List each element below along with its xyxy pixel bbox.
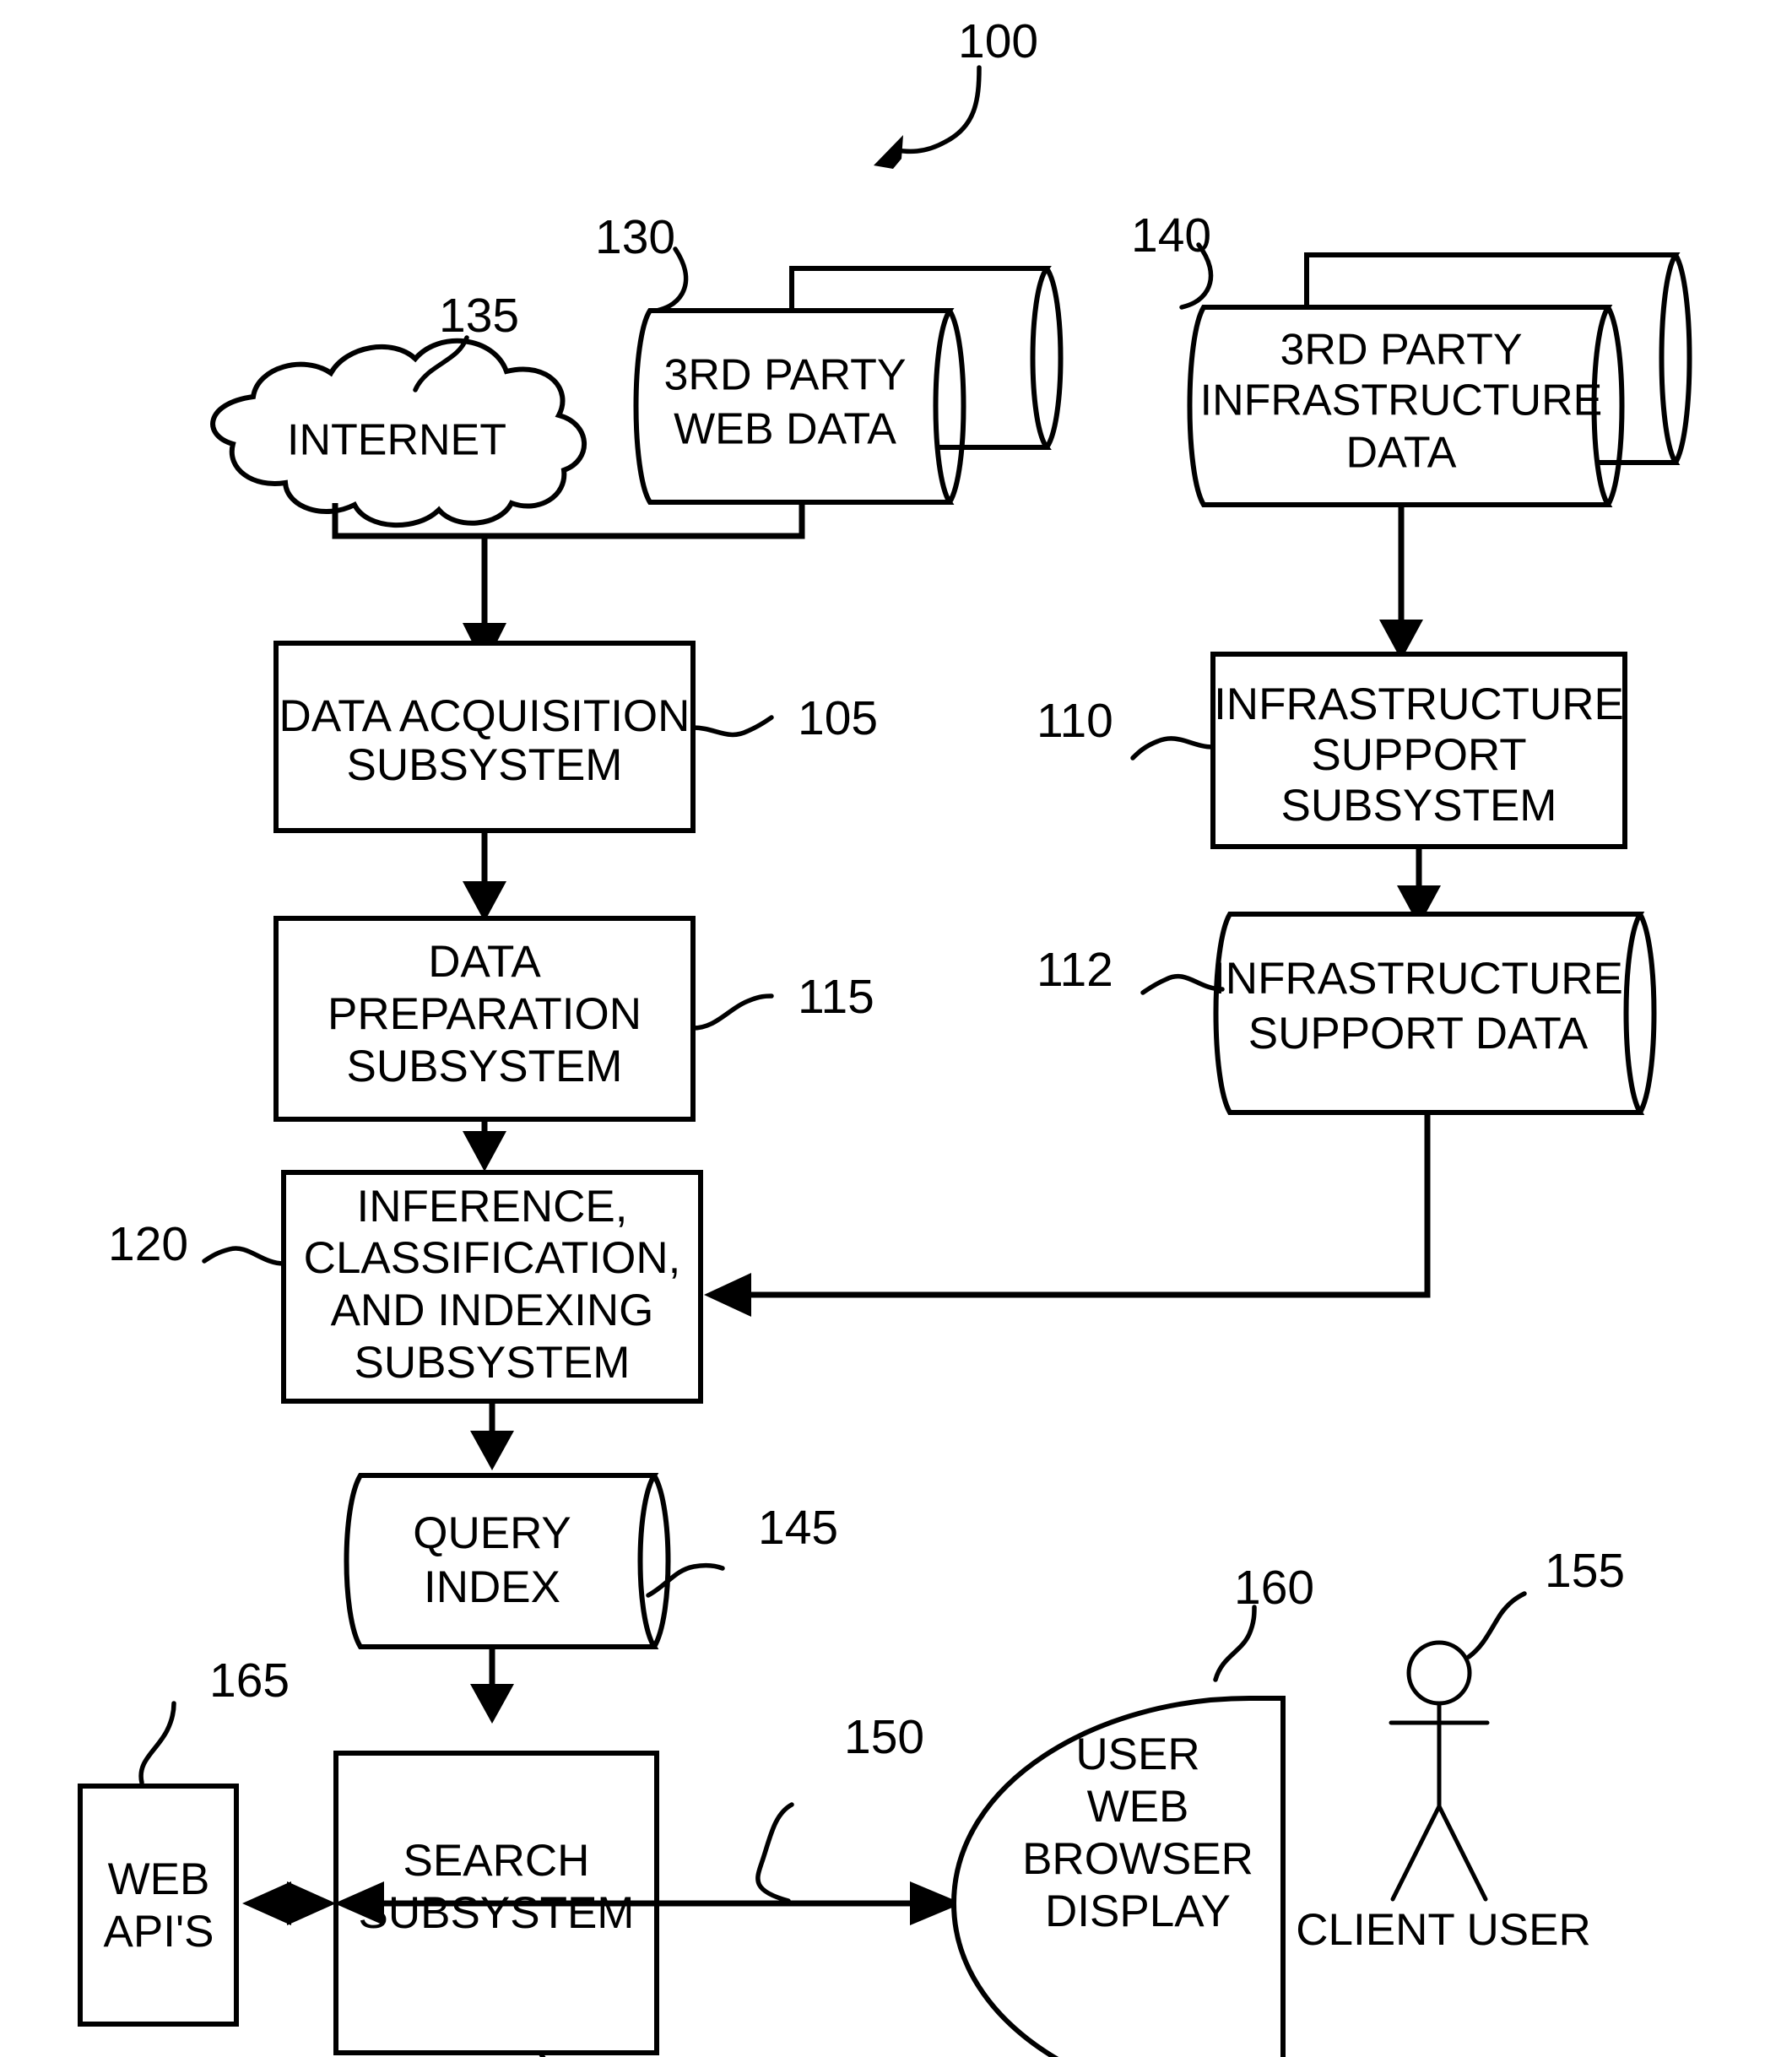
infra-data-label-line2: INFRASTRUCTURE	[1200, 376, 1603, 425]
browser-label-line1: USER	[1075, 1730, 1199, 1779]
data-acquisition-label-line2: SUBSYSTEM	[347, 740, 623, 790]
connector-support-data-to-inference	[704, 1112, 1431, 1317]
query-index-label-line1: QUERY	[413, 1508, 571, 1558]
data-prep-label-line3: SUBSYSTEM	[347, 1042, 623, 1091]
ref-105: 105	[798, 691, 878, 745]
node-client-user[interactable]: CLIENT USER	[1296, 1640, 1591, 1955]
node-internet[interactable]: INTERNET	[210, 338, 587, 528]
patent-figure-page: 100 INTERNET 135 3RD PARTY WEB DATA 130 …	[0, 0, 1792, 2057]
ref-112: 112	[1037, 943, 1113, 997]
internet-label: INTERNET	[287, 416, 506, 465]
inference-label-line1: INFERENCE,	[357, 1182, 628, 1231]
ref-leader-112: 112	[1037, 943, 1225, 997]
ref-140: 140	[1131, 208, 1211, 263]
ref-155: 155	[1545, 1544, 1625, 1598]
ref-110: 110	[1037, 694, 1113, 748]
client-user-label: CLIENT USER	[1296, 1905, 1591, 1955]
infra-support-data-label-line2: SUPPORT DATA	[1248, 1009, 1589, 1058]
ref-145: 145	[758, 1501, 838, 1555]
inference-label-line4: SUBSYSTEM	[355, 1338, 631, 1388]
ref-leader-155: 155	[1466, 1544, 1625, 1659]
data-prep-label-line2: PREPARATION	[328, 989, 642, 1039]
web-data-label-line2: WEB DATA	[674, 405, 896, 454]
browser-label-line3: BROWSER	[1022, 1834, 1253, 1884]
infra-data-label-line1: 3RD PARTY	[1280, 326, 1522, 375]
infra-support-label-line2: SUPPORT	[1311, 730, 1526, 780]
ref-130: 130	[595, 210, 675, 264]
ref-120: 120	[108, 1217, 188, 1271]
node-query-index[interactable]: QUERY INDEX	[344, 1473, 671, 1649]
infra-support-data-label-line1: INFRASTRUCTURE	[1213, 954, 1623, 1004]
search-label-line2: SUBSYSTEM	[359, 1888, 635, 1938]
infra-support-label-line1: INFRASTRUCTURE	[1214, 679, 1624, 729]
connector-infra-data-to-infra-support	[1379, 505, 1423, 660]
connector-acquisition-to-preparation	[463, 831, 506, 922]
data-acquisition-label-line1: DATA ACQUISITION	[279, 691, 690, 741]
node-third-party-infrastructure-data[interactable]: 3RD PARTY INFRASTRUCTURE DATA	[1187, 252, 1692, 507]
web-data-label-line1: 3RD PARTY	[663, 351, 906, 400]
data-prep-label-line1: DATA	[428, 937, 541, 987]
ref-160: 160	[1234, 1561, 1314, 1615]
ref-leader-150: 150	[755, 1710, 924, 1903]
ref-100: 100	[958, 14, 1038, 68]
ref-leader-145: 145	[646, 1501, 838, 1598]
inference-label-line3: AND INDEXING	[331, 1286, 654, 1335]
connector-inference-to-query-index	[470, 1401, 514, 1470]
ref-leader-165: 165	[138, 1654, 290, 1785]
connector-web-apis-search	[242, 1881, 336, 1925]
ref-165: 165	[209, 1654, 290, 1708]
web-apis-label-line2: API'S	[104, 1907, 214, 1957]
figure-ref-100: 100	[874, 14, 1038, 169]
ref-135: 135	[439, 289, 519, 343]
ref-leader-115: 115	[690, 970, 874, 1031]
ref-leader-135: 135	[413, 289, 519, 392]
infra-support-label-line3: SUBSYSTEM	[1281, 781, 1557, 831]
browser-label-line4: DISPLAY	[1045, 1886, 1231, 1936]
connector-preparation-to-inference	[463, 1119, 506, 1172]
query-index-label-line2: INDEX	[424, 1562, 560, 1612]
node-web-apis[interactable]: WEB API'S	[78, 1784, 239, 2027]
web-apis-label-line1: WEB	[108, 1854, 210, 1904]
node-inference-subsystem[interactable]: INFERENCE, CLASSIFICATION, AND INDEXING …	[281, 1170, 703, 1404]
ref-leader-130: 130	[595, 210, 689, 313]
ref-leader-120: 120	[108, 1217, 286, 1271]
ref-115: 115	[798, 970, 874, 1024]
node-infrastructure-support-subsystem[interactable]: INFRASTRUCTURE SUPPORT SUBSYSTEM	[1210, 652, 1627, 849]
node-user-web-browser-display[interactable]: USER WEB BROWSER DISPLAY	[950, 1696, 1286, 2057]
ref-150: 150	[844, 1710, 924, 1764]
infra-data-label-line3: DATA	[1346, 429, 1457, 478]
ref-leader-105: 105	[690, 691, 878, 745]
connector-query-index-to-search	[470, 1647, 514, 1724]
browser-label-line2: WEB	[1087, 1782, 1189, 1832]
inference-label-line2: CLASSIFICATION,	[304, 1233, 681, 1283]
ref-leader-140: 140	[1131, 208, 1214, 310]
ref-leader-110: 110	[1037, 694, 1215, 761]
ref-leader-160: 160	[1213, 1561, 1314, 1682]
node-data-preparation-subsystem[interactable]: DATA PREPARATION SUBSYSTEM	[273, 916, 696, 1122]
search-label-line1: SEARCH	[403, 1836, 590, 1886]
node-third-party-web-data[interactable]: 3RD PARTY WEB DATA	[633, 266, 1064, 505]
system-architecture-diagram: 100 INTERNET 135 3RD PARTY WEB DATA 130 …	[78, 14, 1692, 2057]
node-infrastructure-support-data[interactable]: INFRASTRUCTURE SUPPORT DATA	[1213, 912, 1657, 1115]
node-data-acquisition-subsystem[interactable]: DATA ACQUISITION SUBSYSTEM	[273, 641, 696, 833]
